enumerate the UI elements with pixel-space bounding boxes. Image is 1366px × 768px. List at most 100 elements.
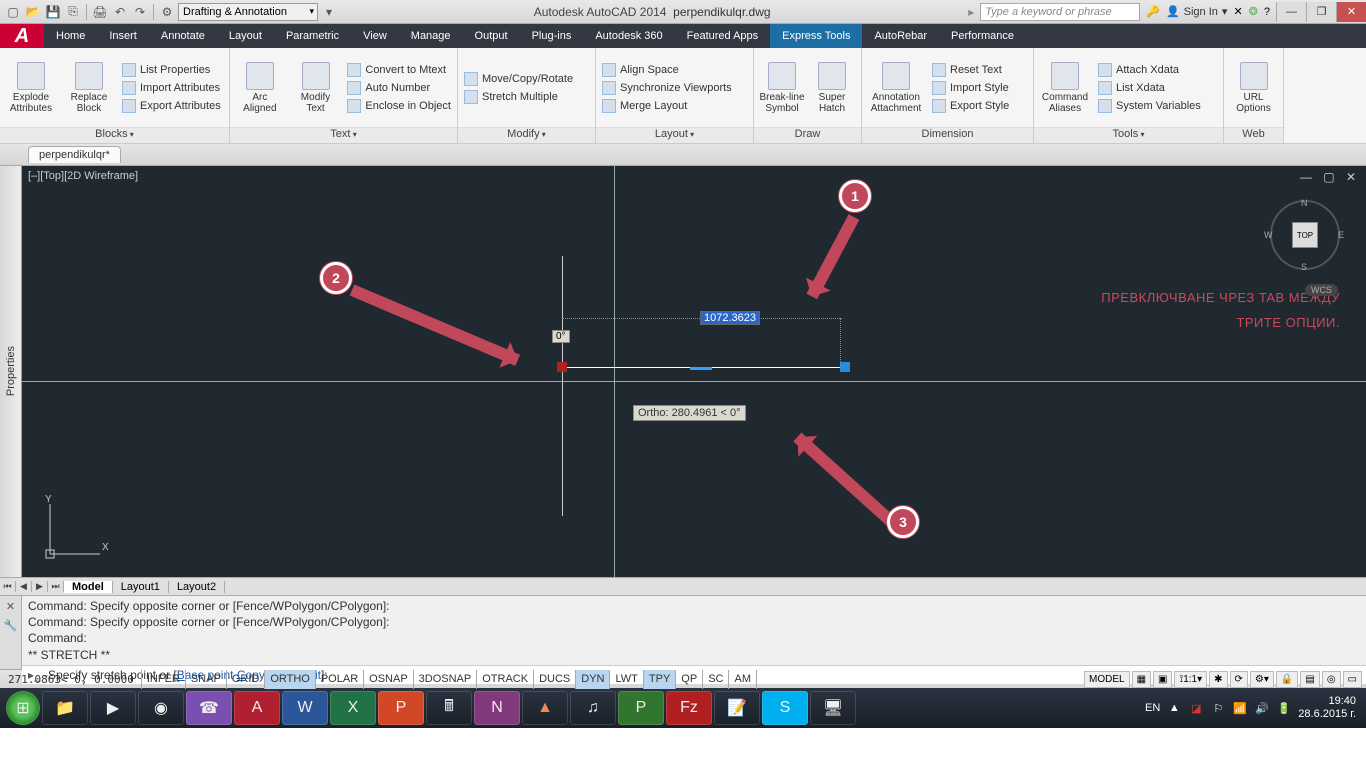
toggle-ducs[interactable]: DUCS bbox=[533, 670, 576, 689]
toggle-ortho[interactable]: ORTHO bbox=[264, 670, 316, 689]
tray-av-icon[interactable]: ◪ bbox=[1188, 700, 1204, 716]
tab-layout1[interactable]: Layout1 bbox=[113, 581, 169, 593]
new-icon[interactable]: ▢ bbox=[4, 3, 22, 21]
workspace-dropdown[interactable]: Drafting & Annotation bbox=[178, 3, 318, 21]
signin-button[interactable]: 👤 Sign In ▾ bbox=[1166, 5, 1227, 18]
itunes-icon[interactable]: ♫ bbox=[570, 691, 616, 725]
toggle-otrack[interactable]: OTRACK bbox=[476, 670, 534, 689]
model-space-button[interactable]: MODEL bbox=[1084, 671, 1130, 688]
isolate-objects-icon[interactable]: ◎ bbox=[1322, 671, 1341, 688]
help-icon[interactable]: ? bbox=[1264, 6, 1270, 18]
language-indicator[interactable]: EN bbox=[1145, 702, 1160, 714]
replace-block-button[interactable]: Replace Block bbox=[62, 62, 116, 114]
move-copy-rotate-button[interactable]: Move/Copy/Rotate bbox=[462, 71, 575, 87]
calculator-icon[interactable]: 🖩 bbox=[426, 691, 472, 725]
tab-model[interactable]: Model bbox=[64, 581, 113, 593]
gear-icon[interactable]: ⚙ bbox=[158, 3, 176, 21]
tab-annotate[interactable]: Annotate bbox=[149, 24, 217, 48]
auto-number-button[interactable]: Auto Number bbox=[345, 80, 453, 96]
layout-nav[interactable]: ⏮◀▶⏭ bbox=[0, 581, 64, 592]
grip-start[interactable] bbox=[557, 362, 567, 372]
toggle-lwt[interactable]: LWT bbox=[609, 670, 643, 689]
onenote-icon[interactable]: N bbox=[474, 691, 520, 725]
plot-icon[interactable]: 🖨 bbox=[91, 3, 109, 21]
tab-parametric[interactable]: Parametric bbox=[274, 24, 351, 48]
word-icon[interactable]: W bbox=[282, 691, 328, 725]
export-style-button[interactable]: Export Style bbox=[930, 98, 1011, 114]
tab-autorebar[interactable]: AutoRebar bbox=[862, 24, 939, 48]
tab-output[interactable]: Output bbox=[463, 24, 520, 48]
tab-autodesk-360[interactable]: Autodesk 360 bbox=[583, 24, 674, 48]
view-cube[interactable]: TOP NSEW bbox=[1270, 200, 1340, 270]
modify-text-button[interactable]: Modify Text bbox=[290, 62, 342, 114]
tray-up-icon[interactable]: ▲ bbox=[1166, 700, 1182, 716]
breakline-button[interactable]: Break-line Symbol bbox=[758, 62, 806, 114]
skype-icon[interactable]: S bbox=[762, 691, 808, 725]
enclose-object-button[interactable]: Enclose in Object bbox=[345, 98, 453, 114]
redo-icon[interactable]: ↷ bbox=[131, 3, 149, 21]
explorer-icon[interactable]: 📁 bbox=[42, 691, 88, 725]
annoscale-icon[interactable]: ⟟ 1:1 ▾ bbox=[1174, 671, 1207, 688]
tab-layout2[interactable]: Layout2 bbox=[169, 581, 225, 593]
command-aliases-button[interactable]: Command Aliases bbox=[1038, 62, 1092, 114]
export-attributes-button[interactable]: Export Attributes bbox=[120, 98, 223, 114]
toggle-tpy[interactable]: TPY bbox=[643, 670, 676, 689]
panel-tools[interactable]: Tools bbox=[1034, 127, 1223, 143]
tray-battery-icon[interactable]: 🔋 bbox=[1276, 700, 1292, 716]
tab-home[interactable]: Home bbox=[44, 24, 97, 48]
tab-featured-apps[interactable]: Featured Apps bbox=[675, 24, 771, 48]
tray-action-icon[interactable]: ⚐ bbox=[1210, 700, 1226, 716]
toggle-am[interactable]: AM bbox=[728, 670, 757, 689]
project-icon[interactable]: P bbox=[618, 691, 664, 725]
toggle-infer[interactable]: INFER bbox=[141, 670, 186, 689]
toggle-3dosnap[interactable]: 3DOSNAP bbox=[413, 670, 478, 689]
wrench-icon[interactable]: 🔧 bbox=[4, 619, 18, 632]
toggle-qp[interactable]: QP bbox=[675, 670, 703, 689]
grid-display-icon[interactable]: ▦ bbox=[1132, 671, 1151, 688]
panel-layout[interactable]: Layout bbox=[596, 127, 753, 143]
excel-icon[interactable]: X bbox=[330, 691, 376, 725]
explode-attributes-button[interactable]: Explode Attributes bbox=[4, 62, 58, 114]
toggle-snap[interactable]: SNAP bbox=[185, 670, 227, 689]
align-space-button[interactable]: Align Space bbox=[600, 62, 734, 78]
toggle-polar[interactable]: POLAR bbox=[315, 670, 364, 689]
arc-aligned-button[interactable]: Arc Aligned bbox=[234, 62, 286, 114]
tab-layout[interactable]: Layout bbox=[217, 24, 274, 48]
list-xdata-button[interactable]: List Xdata bbox=[1096, 80, 1203, 96]
super-hatch-button[interactable]: Super Hatch bbox=[810, 62, 854, 114]
viber-icon[interactable]: ☎ bbox=[186, 691, 232, 725]
tray-network-icon[interactable]: 📶 bbox=[1232, 700, 1248, 716]
quickview-icon[interactable]: ▣ bbox=[1153, 671, 1172, 688]
tab-express-tools[interactable]: Express Tools bbox=[770, 24, 862, 48]
vlc-icon[interactable]: ▲ bbox=[522, 691, 568, 725]
start-button[interactable]: ⊞ bbox=[6, 691, 40, 725]
close-button[interactable]: ✕ bbox=[1336, 2, 1366, 22]
qat-more-icon[interactable]: ▾ bbox=[320, 3, 338, 21]
toggle-dyn[interactable]: DYN bbox=[575, 670, 610, 689]
minimize-button[interactable]: — bbox=[1276, 2, 1306, 22]
toggle-grid[interactable]: GRID bbox=[226, 670, 266, 689]
url-options-button[interactable]: URL Options bbox=[1228, 62, 1279, 114]
dynamic-input-value[interactable]: 1072.3623 bbox=[700, 311, 760, 325]
clean-screen-icon[interactable]: ▭ bbox=[1343, 671, 1362, 688]
toggle-osnap[interactable]: OSNAP bbox=[363, 670, 414, 689]
panel-text[interactable]: Text bbox=[230, 127, 457, 143]
annovis-icon[interactable]: ✱ bbox=[1209, 671, 1227, 688]
viewport[interactable]: [–][Top][2D Wireframe] — ▢ ✕ 0° 1072.362… bbox=[22, 166, 1366, 577]
mediaplayer-icon[interactable]: ▶ bbox=[90, 691, 136, 725]
import-style-button[interactable]: Import Style bbox=[930, 80, 1011, 96]
viewport-controls[interactable]: — ▢ ✕ bbox=[1300, 170, 1360, 184]
saveas-icon[interactable]: ⎘ bbox=[64, 3, 82, 21]
list-properties-button[interactable]: List Properties bbox=[120, 62, 223, 78]
annoauto-icon[interactable]: ⟳ bbox=[1230, 671, 1248, 688]
convert-mtext-button[interactable]: Convert to Mtext bbox=[345, 62, 453, 78]
attach-xdata-button[interactable]: Attach Xdata bbox=[1096, 62, 1203, 78]
search-go-icon[interactable]: ▸ bbox=[962, 3, 980, 21]
undo-icon[interactable]: ↶ bbox=[111, 3, 129, 21]
monitor-icon[interactable]: 🖥 bbox=[810, 691, 856, 725]
reset-text-button[interactable]: Reset Text bbox=[930, 62, 1011, 78]
open-icon[interactable]: 📂 bbox=[24, 3, 42, 21]
notes-icon[interactable]: 📝 bbox=[714, 691, 760, 725]
tab-performance[interactable]: Performance bbox=[939, 24, 1026, 48]
import-attributes-button[interactable]: Import Attributes bbox=[120, 80, 223, 96]
